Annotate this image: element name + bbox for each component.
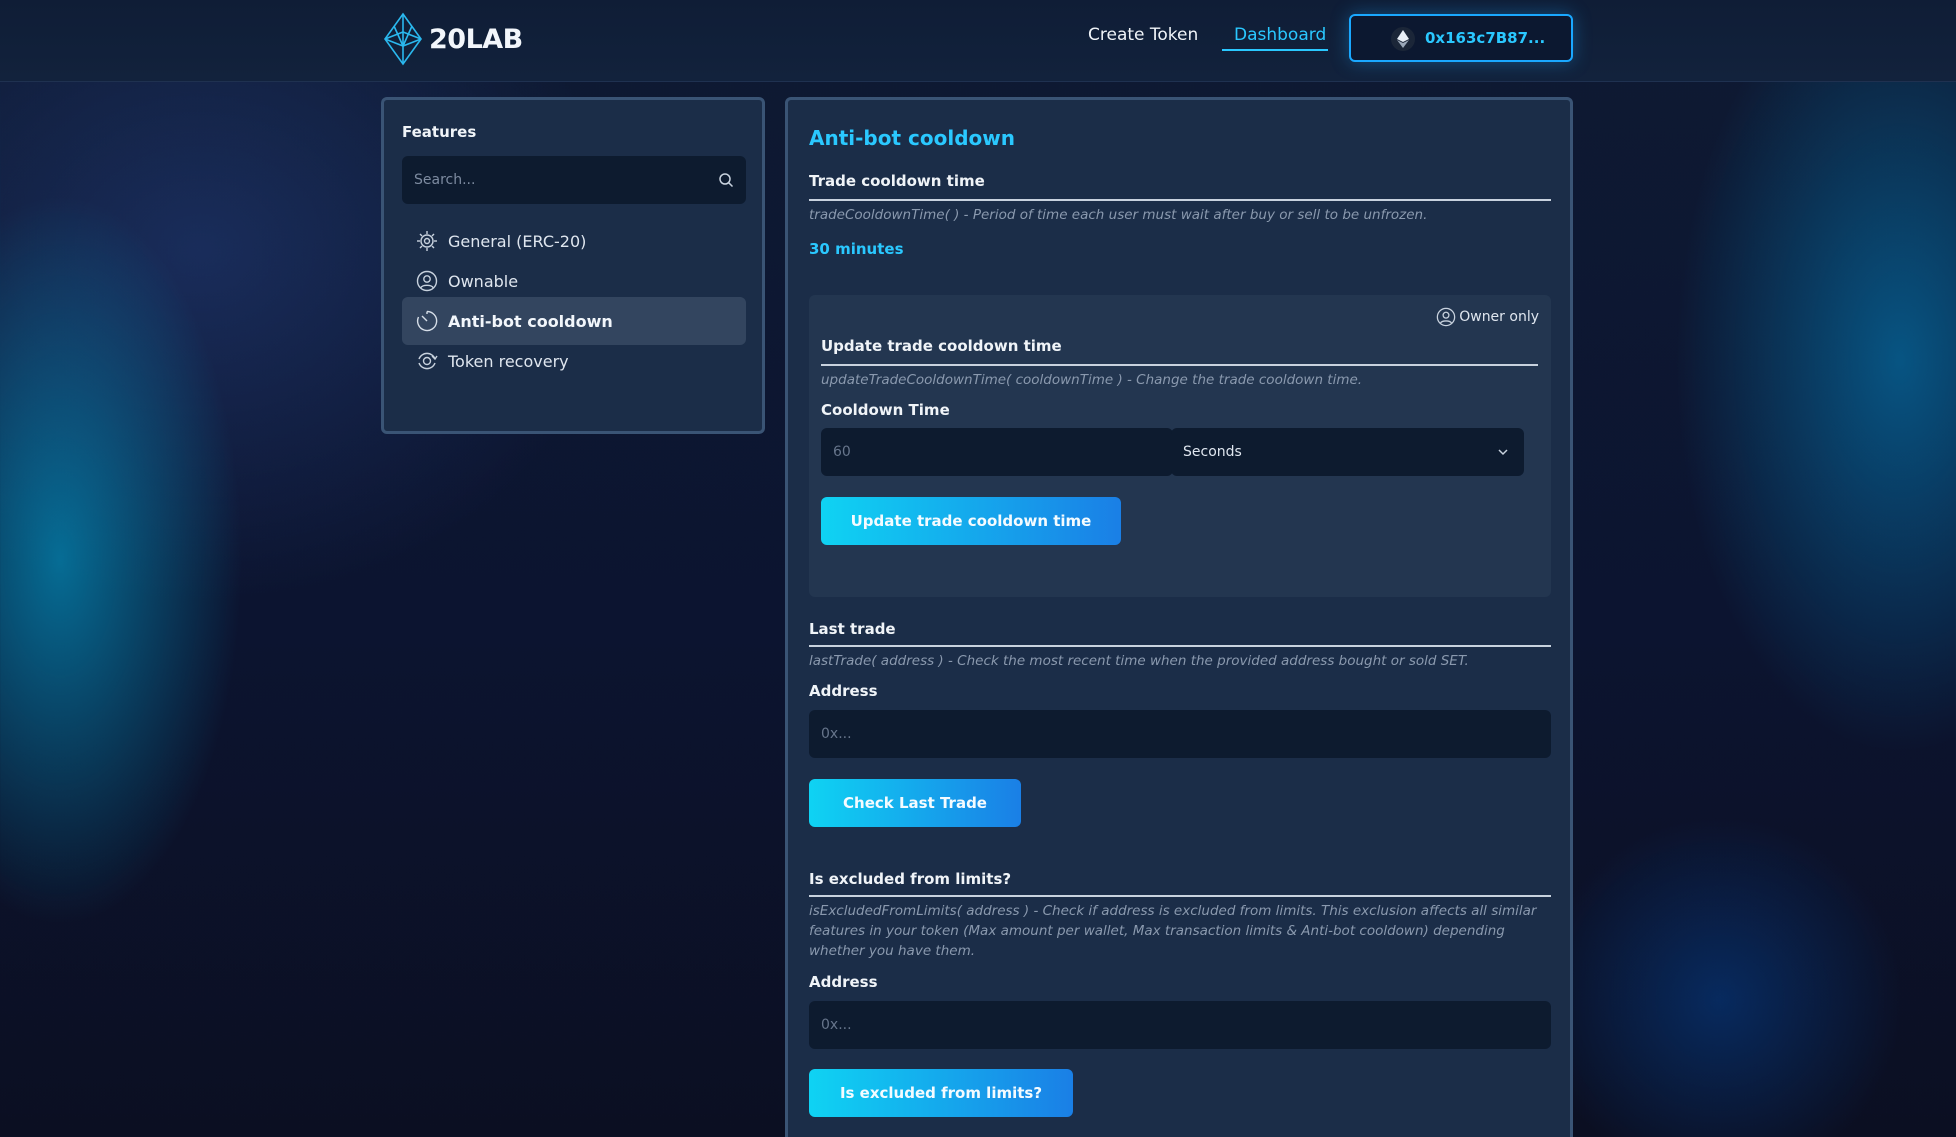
cooldown-time-input[interactable] (821, 428, 1173, 476)
owner-only-badge: Owner only (1436, 307, 1539, 327)
last-trade-address-field[interactable] (809, 710, 1551, 758)
excluded-address-field[interactable] (809, 1001, 1551, 1049)
section-title-last-trade: Last trade (809, 620, 896, 638)
search-input[interactable] (402, 156, 746, 204)
trade-cooldown-value: 30 minutes (809, 240, 904, 258)
chevron-down-icon (1498, 449, 1508, 456)
search-field[interactable] (402, 156, 746, 204)
main-panel: Anti-bot cooldown Trade cooldown time tr… (785, 97, 1573, 1137)
check-last-trade-button[interactable]: Check Last Trade (809, 779, 1021, 827)
last-trade-address-input[interactable] (809, 710, 1551, 758)
section-title-excluded: Is excluded from limits? (809, 870, 1012, 888)
chip-icon (417, 231, 437, 251)
section-description: lastTrade( address ) - Check the most re… (809, 653, 1469, 669)
sidebar-title: Features (402, 123, 477, 141)
section-divider (809, 199, 1551, 201)
section-divider (809, 895, 1551, 897)
update-cooldown-card: Owner only Update trade cooldown time up… (809, 295, 1551, 597)
ethereum-icon (1391, 27, 1415, 51)
recovery-icon (418, 352, 438, 370)
cooldown-time-label: Cooldown Time (821, 401, 950, 419)
logo-icon (384, 12, 422, 66)
excluded-address-input[interactable] (809, 1001, 1551, 1049)
user-circle-icon (416, 270, 438, 292)
section-description: updateTradeCooldownTime( cooldownTime ) … (821, 372, 1363, 388)
nav-create-token[interactable]: Create Token (1088, 25, 1198, 45)
nav-dashboard[interactable]: Dashboard (1234, 25, 1326, 45)
time-unit-selected: Seconds (1183, 444, 1242, 460)
is-excluded-button[interactable]: Is excluded from limits? (809, 1069, 1073, 1117)
search-icon[interactable] (718, 172, 734, 188)
section-title-trade-cooldown: Trade cooldown time (809, 172, 985, 190)
cooldown-time-field[interactable] (821, 428, 1173, 476)
section-divider (821, 364, 1538, 366)
sidebar-item-label: Ownable (448, 271, 519, 291)
page-title: Anti-bot cooldown (809, 126, 1015, 150)
sidebar-item-label: General (ERC-20) (448, 231, 587, 251)
section-description: tradeCooldownTime( ) - Period of time ea… (809, 207, 1428, 223)
timer-icon (416, 310, 438, 332)
logo[interactable]: 20LAB (381, 12, 523, 66)
update-cooldown-button[interactable]: Update trade cooldown time (821, 497, 1121, 545)
time-unit-select[interactable]: Seconds (1171, 428, 1524, 476)
sidebar-item-label: Token recovery (448, 351, 569, 371)
section-divider (809, 645, 1551, 647)
sidebar-item-label: Anti-bot cooldown (448, 311, 613, 331)
top-header: 20LAB Create Token Dashboard 0x163c7B87.… (0, 0, 1956, 82)
logo-text: 20LAB (429, 23, 523, 55)
section-description: isExcludedFromLimits( address ) - Check … (809, 903, 1537, 959)
sidebar-item-token-recovery[interactable]: Token recovery (402, 337, 746, 385)
owner-only-label: Owner only (1459, 309, 1539, 325)
section-title-update-cooldown: Update trade cooldown time (821, 337, 1062, 355)
address-label: Address (809, 682, 878, 700)
nav-active-underline (1222, 49, 1328, 51)
user-circle-icon (1436, 307, 1456, 327)
features-sidebar: Features General (ERC-20) (381, 97, 765, 434)
address-label: Address (809, 973, 878, 991)
wallet-address: 0x163c7B87... (1425, 29, 1546, 47)
wallet-button[interactable]: 0x163c7B87... (1349, 14, 1573, 62)
